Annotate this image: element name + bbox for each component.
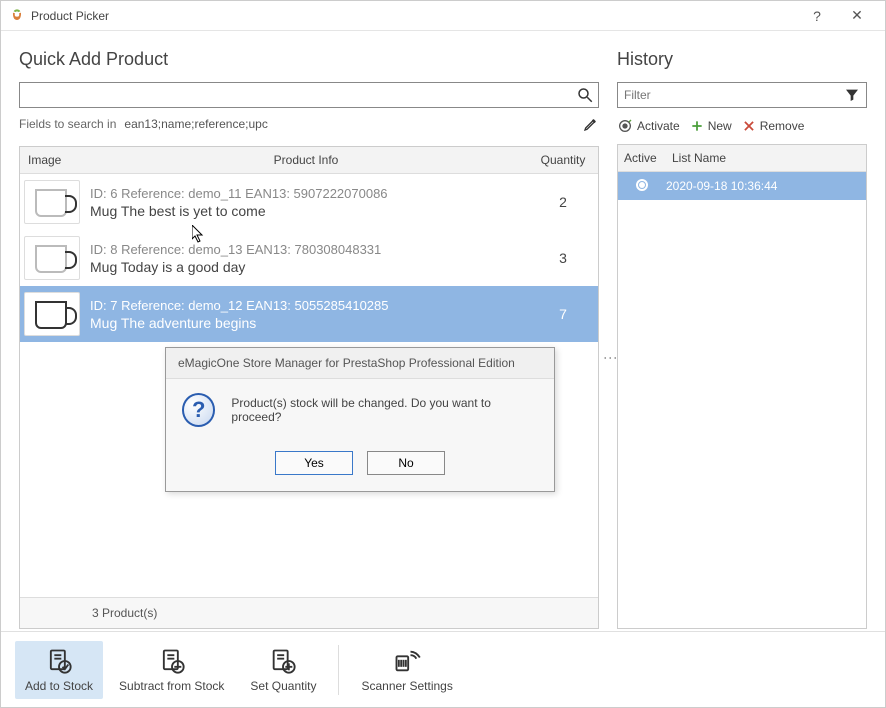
subtract-stock-icon (158, 647, 186, 675)
product-thumb (24, 292, 80, 336)
col-image[interactable]: Image (20, 147, 84, 173)
hcol-active[interactable]: Active (618, 145, 666, 171)
add-stock-icon (45, 647, 73, 675)
product-thumb (24, 180, 80, 224)
scanner-settings-button[interactable]: Scanner Settings (351, 641, 462, 699)
remove-button[interactable]: Remove (742, 119, 805, 133)
product-meta: ID: 6 Reference: demo_11 EAN13: 59072220… (90, 186, 522, 201)
history-name: 2020-09-18 10:36:44 (666, 179, 777, 193)
active-radio[interactable] (618, 179, 666, 194)
product-name: Mug Today is a good day (90, 259, 522, 275)
quick-add-heading: Quick Add Product (19, 49, 599, 70)
activate-button[interactable]: Activate (617, 118, 680, 134)
no-button[interactable]: No (367, 451, 445, 475)
add-to-stock-button[interactable]: Add to Stock (15, 641, 103, 699)
set-quantity-button[interactable]: Set Quantity (240, 641, 326, 699)
col-info[interactable]: Product Info (84, 147, 528, 173)
question-icon: ? (182, 393, 215, 427)
set-qty-icon (269, 647, 297, 675)
bottom-toolbar: Add to Stock Subtract from Stock Set Qua… (1, 631, 885, 707)
window-title: Product Picker (31, 9, 797, 23)
table-row[interactable]: ID: 7 Reference: demo_12 EAN13: 50552854… (20, 286, 598, 342)
close-button[interactable]: ✕ (837, 7, 877, 24)
table-row[interactable]: ID: 8 Reference: demo_13 EAN13: 78030804… (20, 230, 598, 286)
dialog-message: Product(s) stock will be changed. Do you… (231, 396, 538, 424)
product-meta: ID: 7 Reference: demo_12 EAN13: 50552854… (90, 298, 522, 313)
product-qty: 3 (528, 250, 598, 266)
history-heading: History (617, 49, 867, 70)
title-bar: Product Picker ? ✕ (1, 1, 885, 31)
overflow-icon[interactable]: ⋮ (603, 351, 619, 366)
table-row[interactable]: ID: 6 Reference: demo_11 EAN13: 59072220… (20, 174, 598, 230)
subtract-from-stock-button[interactable]: Subtract from Stock (109, 641, 234, 699)
product-qty: 2 (528, 194, 598, 210)
filter-input[interactable] (624, 88, 844, 102)
scanner-icon (393, 647, 421, 675)
fields-label: Fields to search in (19, 117, 116, 131)
product-name: Mug The best is yet to come (90, 203, 522, 219)
separator (338, 645, 339, 695)
activate-icon (617, 118, 633, 134)
product-meta: ID: 8 Reference: demo_13 EAN13: 78030804… (90, 242, 522, 257)
grid-footer: 3 Product(s) (20, 597, 598, 628)
help-button[interactable]: ? (797, 8, 837, 24)
dialog-title: eMagicOne Store Manager for PrestaShop P… (166, 348, 554, 379)
col-qty[interactable]: Quantity (528, 147, 598, 173)
x-icon (742, 119, 756, 133)
yes-button[interactable]: Yes (275, 451, 353, 475)
filter-box[interactable] (617, 82, 867, 108)
new-button[interactable]: New (690, 119, 732, 133)
search-box[interactable] (19, 82, 599, 108)
history-row[interactable]: 2020-09-18 10:36:44 (618, 172, 866, 200)
product-name: Mug The adventure begins (90, 315, 522, 331)
product-thumb (24, 236, 80, 280)
search-icon[interactable] (576, 86, 594, 104)
app-icon (9, 8, 25, 24)
confirm-dialog: eMagicOne Store Manager for PrestaShop P… (165, 347, 555, 492)
hcol-name[interactable]: List Name (666, 145, 866, 171)
history-grid: Active List Name 2020-09-18 10:36:44 (617, 144, 867, 629)
fields-value: ean13;name;reference;upc (124, 117, 267, 131)
search-input[interactable] (24, 88, 576, 102)
filter-icon[interactable] (844, 87, 860, 103)
plus-icon (690, 119, 704, 133)
product-qty: 7 (528, 306, 598, 322)
pencil-icon[interactable] (583, 116, 599, 132)
